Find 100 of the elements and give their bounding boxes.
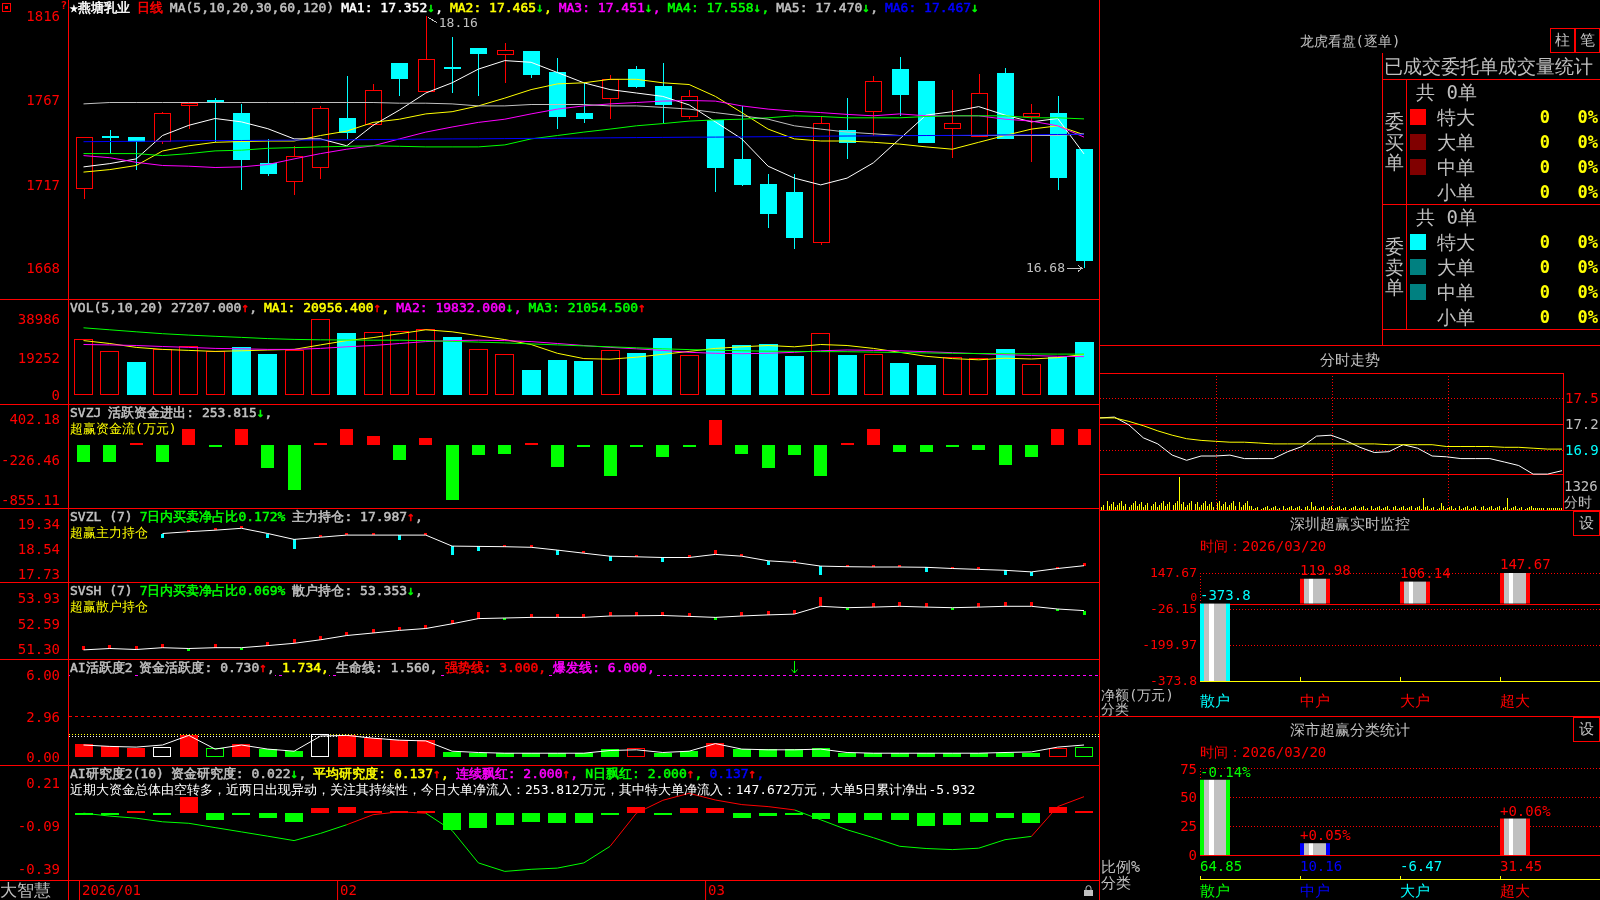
bar [1075, 342, 1094, 395]
chart-mode-button[interactable]: 笔 [1575, 28, 1600, 53]
bar [338, 807, 356, 813]
axis-label: 6.00 [26, 667, 60, 684]
order-count: 0 [1539, 306, 1550, 327]
legend-text: 主力持仓: 17.987↑, [292, 509, 423, 525]
bar [469, 349, 488, 395]
bar [259, 749, 277, 757]
axis-label: 75 [1180, 762, 1197, 776]
axis-label: 17.2 [1565, 417, 1599, 432]
order-size-label: 特大 [1437, 106, 1475, 129]
axis-label: 147.67 [1150, 567, 1197, 579]
legend-text: ★燕塘乳业 [70, 0, 130, 16]
bar [732, 345, 751, 395]
category-label: 超大 [1500, 692, 1530, 710]
axis-label: 52.59 [17, 616, 60, 633]
order-share: 0% [1577, 181, 1598, 202]
bar [103, 445, 116, 462]
bar [688, 613, 691, 616]
bar [890, 363, 909, 395]
axis-label: -0.09 [17, 818, 60, 835]
bar [261, 445, 274, 468]
order-size-label: 中单 [1437, 155, 1475, 178]
bar [819, 597, 822, 606]
legend-text: MA5: 17.470↓, [776, 0, 878, 16]
value-label: 147.67 [1500, 557, 1551, 572]
bar [1300, 578, 1330, 604]
bar [1049, 807, 1067, 813]
axis-title: 净额(万元) [1101, 688, 1174, 702]
candlestick [233, 103, 250, 191]
bar [472, 445, 485, 455]
legend-text: MA(5,10,20,30,60,120) [169, 0, 335, 16]
bar [943, 813, 961, 825]
axis-label: 0 [51, 387, 60, 404]
order-count: 0 [1539, 107, 1550, 128]
chart-mode-button[interactable]: 柱 [1550, 28, 1575, 53]
category-label: 超大 [1500, 882, 1530, 900]
axis-label: 0.21 [26, 775, 60, 791]
bar [285, 751, 303, 757]
settings-button[interactable]: 设 [1573, 717, 1600, 742]
bar [814, 445, 827, 476]
order-share: 0% [1577, 306, 1598, 327]
bar [443, 813, 461, 830]
bar [258, 354, 277, 395]
legend-text: MA3: 17.451↓, [558, 0, 661, 16]
candlestick [892, 56, 909, 117]
bar [551, 445, 564, 467]
legend-text: MA2: 17.465↓, [449, 0, 552, 16]
bar [367, 436, 380, 445]
settings-button[interactable]: 设 [1573, 511, 1600, 536]
panel-title: 深圳超赢实时监控 [1290, 514, 1410, 533]
axis-label: -26.15 [1150, 603, 1197, 615]
indicator-title: 超赢资金流(万元) [70, 421, 177, 437]
bar [1030, 572, 1033, 576]
bar [999, 445, 1012, 465]
bar [920, 445, 933, 452]
candlestick [549, 57, 566, 130]
bar [759, 344, 778, 395]
axis-label: 19.34 [17, 516, 60, 533]
axis-label: -855.11 [1, 492, 60, 508]
indicator-title: 超赢散户持仓 [70, 599, 148, 615]
axis-label: 0.00 [26, 749, 60, 765]
bar [469, 813, 487, 828]
legend-text: 7日内买卖净占比0.069% [139, 583, 286, 599]
legend-text: 生命线: 1.560, [335, 660, 438, 676]
bar [293, 539, 296, 549]
bar [235, 429, 248, 445]
bar [285, 350, 304, 395]
bar [917, 365, 936, 395]
bar [653, 338, 672, 395]
date-label: 03 [708, 882, 725, 899]
order-count: 0 [1539, 156, 1550, 177]
order-count: 0 [1539, 281, 1550, 302]
legend-text: 27207.000↑, [170, 300, 258, 316]
period-label: 分时 [1564, 494, 1592, 510]
bar [838, 753, 856, 757]
legend-text: MA6: 17.467↓ [884, 0, 979, 16]
bar [530, 614, 533, 617]
bar [759, 813, 777, 816]
bar [733, 813, 751, 818]
candlestick [576, 82, 593, 124]
bar [574, 361, 593, 395]
legend-text: MA4: 17.558↓, [667, 0, 770, 16]
legend-text: 资金研究度: 0.022↓, [170, 766, 307, 782]
bar [345, 632, 348, 635]
bar [337, 333, 356, 395]
bar [446, 445, 459, 500]
bar [601, 350, 620, 395]
bar [1051, 429, 1064, 445]
candlestick [339, 75, 356, 140]
category-label: 大户 [1400, 692, 1430, 710]
legend-text: AI活跃度2 [70, 660, 133, 676]
value-label: 31.45 [1500, 858, 1543, 874]
bar [838, 813, 856, 823]
axis-label: -199.97 [1142, 639, 1197, 651]
legend-text: MA2: 19832.000↓, [396, 300, 522, 316]
order-size-label: 大单 [1437, 256, 1475, 278]
bar [1022, 364, 1041, 395]
order-share: 0% [1577, 257, 1598, 277]
bar [156, 445, 169, 462]
